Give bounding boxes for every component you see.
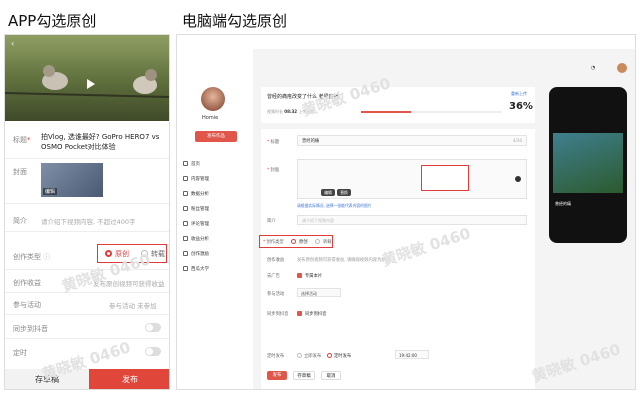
chart-icon [183, 191, 188, 196]
university-icon [183, 266, 188, 271]
form-cover-label: * 封面 [267, 168, 280, 173]
pc-save-draft-button[interactable]: 存草稿 [293, 371, 315, 380]
form-intro-label: 简介 [267, 219, 276, 224]
scheduled-radio[interactable] [327, 353, 332, 358]
sync-douyin-toggle[interactable] [145, 323, 161, 332]
repost-option-label[interactable]: 转载 [151, 249, 165, 259]
cover-add-icon[interactable] [515, 176, 521, 182]
pc-original-radio[interactable] [291, 239, 296, 244]
publish-now-radio[interactable] [297, 353, 302, 358]
pc-activity-label: 参与活动 [267, 292, 285, 297]
cover-hint: 请根据实际情况, 选择一张能代表内容的图片 [297, 203, 372, 208]
sidebar-item-home[interactable]: 首页 [183, 161, 200, 167]
pc-cancel-button[interactable]: 取消 [321, 371, 341, 380]
upload-progress-bar [361, 111, 501, 113]
intro-input[interactable]: 请介绍下视频内容, 不超过400字 [41, 216, 136, 226]
original-option-label[interactable]: 原创 [115, 249, 129, 259]
bell-icon[interactable]: ◔ [591, 65, 595, 71]
pc-ad-label: 去广告 [267, 274, 280, 279]
cover-thumbnail[interactable]: 编辑 [41, 163, 103, 197]
publish-work-button[interactable]: 发布作品 [195, 131, 237, 142]
sidebar-item-incentive[interactable]: 创作激励 [183, 251, 209, 257]
cover-edit-button[interactable]: 编辑 [321, 189, 335, 196]
title-label: 标题* [13, 136, 31, 144]
repost-radio[interactable] [141, 250, 148, 257]
pc-repost-label[interactable]: 转载 [323, 239, 332, 245]
activity-label: 参与活动 [13, 301, 41, 309]
content-icon [183, 176, 188, 181]
home-icon [183, 161, 188, 166]
upload-title: 曾经的痛疮改变了什么 老梁直播 [267, 94, 339, 100]
cover-label: 封面 [13, 168, 27, 176]
preview-caption: 曾经的痛 [555, 201, 571, 206]
left-section-title: APP勾选原创 [8, 12, 97, 30]
form-title-input[interactable]: 曾经的痛 4/30 [297, 135, 527, 146]
sidebar-item-revenue[interactable]: 收益分析 [183, 236, 209, 242]
right-section-title: 电脑端勾选原创 [182, 12, 288, 30]
preview-video [553, 133, 623, 193]
form-title-label: * 标题 [267, 140, 280, 145]
ad-checkbox[interactable] [297, 273, 302, 278]
sidebar-item-comments[interactable]: 评论管理 [183, 221, 209, 227]
phone-preview: 曾经的痛 [549, 87, 627, 243]
save-draft-button[interactable]: 存草稿 [5, 369, 89, 389]
avatar-small[interactable] [617, 63, 627, 73]
user-avatar[interactable] [201, 87, 225, 111]
video-preview[interactable]: ‹ [5, 35, 169, 121]
revenue-icon [183, 236, 188, 241]
sync-value: 同步到抖音 [305, 312, 327, 317]
app-screen: ‹ 标题* 拍Vlog, 选谁最好? GoPro HERO7 vs OSMO P… [4, 34, 170, 390]
form-type-label: * 创作类型 [263, 240, 284, 245]
pc-revenue-label: 创作收益 [267, 258, 285, 263]
video-frame-art [5, 65, 169, 98]
reupload-link[interactable]: 重新上传 [511, 91, 527, 97]
scheduled-label[interactable]: 定时发布 [334, 353, 351, 359]
ad-value: 专属本片 [305, 274, 323, 279]
cover-replace-button[interactable]: 替换 [337, 189, 351, 196]
upload-percent: 36% [509, 101, 533, 112]
back-icon[interactable]: ‹ [11, 39, 14, 48]
type-label: 创作类型 ⓘ [13, 253, 51, 261]
time-picker[interactable]: 19:42:00 [395, 350, 429, 359]
revenue-label: 创作收益 [13, 279, 41, 287]
sidebar-item-content[interactable]: 内容管理 [183, 176, 209, 182]
upload-card: 曾经的痛疮改变了什么 老梁直播 视频时长 08:32 上传进度 重新上传 36% [261, 87, 535, 123]
user-name: Homie [202, 115, 219, 121]
timer-toggle[interactable] [145, 347, 161, 356]
publish-now-label[interactable]: 立即发布 [304, 353, 321, 359]
pc-sync-label: 同步到抖音 [267, 312, 289, 317]
publish-button[interactable]: 发布 [89, 369, 169, 389]
fans-icon [183, 206, 188, 211]
pc-publish-button[interactable]: 发布 [267, 371, 287, 380]
sidebar-item-university[interactable]: 西瓜大学 [183, 266, 209, 272]
sidebar-item-data[interactable]: 数据分析 [183, 191, 209, 197]
original-radio[interactable] [105, 250, 112, 257]
title-input[interactable]: 拍Vlog, 选谁最好? GoPro HERO7 vs OSMO Pocket对… [41, 132, 165, 152]
activity-selector[interactable]: 参与活动 未参加 [109, 300, 157, 310]
intro-label: 简介 [13, 217, 27, 225]
cover-edit-button[interactable]: 编辑 [43, 188, 58, 195]
pc-timer-label: 定时发布 [267, 354, 285, 359]
incentive-icon [183, 251, 188, 256]
cover-crop-box[interactable] [421, 165, 469, 191]
upload-meta: 视频时长 08:32 上传进度 [267, 109, 315, 114]
sync-douyin-label: 同步到抖音 [13, 325, 48, 333]
comment-icon [183, 221, 188, 226]
sync-checkbox[interactable] [297, 311, 302, 316]
sidebar-item-fans[interactable]: 粉丝管理 [183, 206, 209, 212]
sidebar: Homie 发布作品 首页 内容管理 数据分析 粉丝管理 评论管理 收益分析 创… [177, 35, 253, 389]
pc-repost-radio[interactable] [315, 239, 320, 244]
timer-label: 定时 [13, 349, 27, 357]
pc-screen: ◔ Homie 发布作品 首页 内容管理 数据分析 粉丝管理 评论管理 收益分析… [176, 34, 636, 390]
activity-select[interactable]: 选择活动 [297, 288, 341, 297]
pc-original-label[interactable]: 原创 [299, 239, 308, 245]
form-intro-input[interactable]: 请介绍下视频内容 [297, 215, 527, 225]
revenue-value: 发布原创视频可获得收益 [93, 280, 165, 288]
publish-form: * 标题 曾经的痛 4/30 * 封面 编辑 替换 请根据实际情况, 选择一张能… [259, 129, 535, 389]
pc-revenue-hint: 发布原创视频可获得收益, 请确保视频内容为原创 [297, 258, 390, 263]
